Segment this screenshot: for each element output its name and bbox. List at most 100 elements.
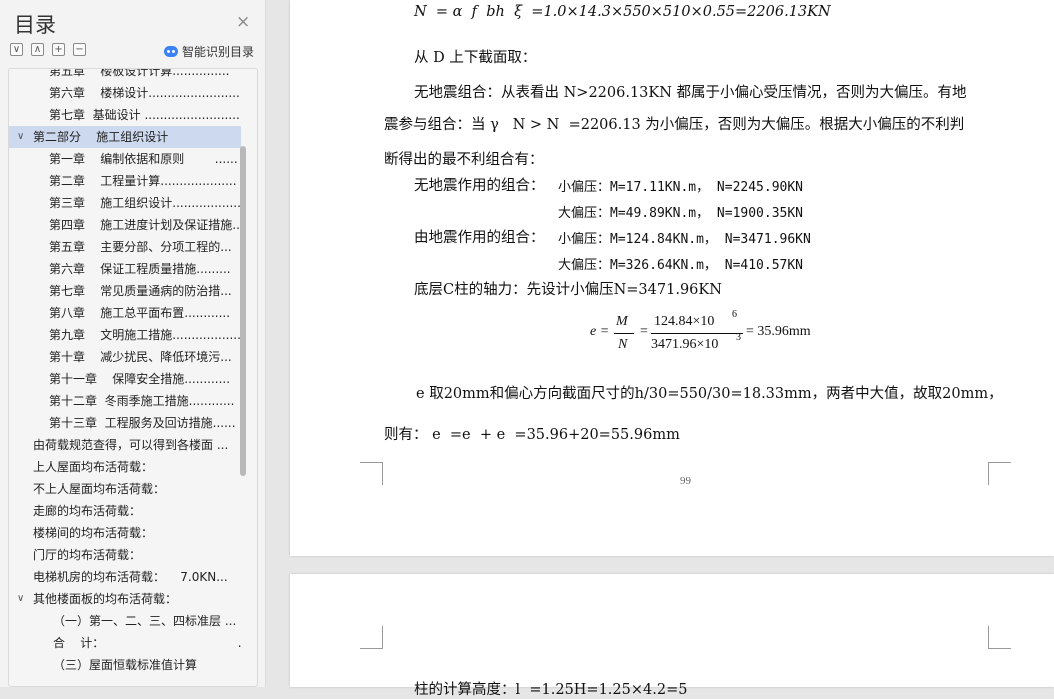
toc-item[interactable]: 上人屋面均布活荷载： — [9, 456, 241, 478]
toc-item[interactable]: 由荷载规范查得，可以得到各楼面 ... — [9, 434, 241, 456]
toc-item-label: 第六章 保证工程质量措施......... — [49, 262, 231, 276]
combo1-small: 小偏压：M=17.11KN.m， N=2245.90KN — [558, 180, 804, 195]
toc-item[interactable]: ∨ 其他楼面板的均布活荷载： — [9, 588, 241, 610]
toc-item[interactable]: 门厅的均布活荷载： — [9, 544, 241, 566]
formula-nb: N = α f bh ξ =1.0×14.3×550×510×0.55=2206… — [414, 4, 831, 20]
toc-item-label: 第十二章 冬雨季施工措施............ — [49, 394, 235, 408]
ea-line: e 取20mm和偏心方向截面尺寸的h/30=550/30=18.33mm，两者中… — [416, 386, 1003, 402]
toc-title: 目录 — [14, 13, 56, 37]
eq-m: M — [616, 314, 628, 329]
toc-item-label: 第七章 基础设计 ......................... — [49, 108, 240, 122]
toc-item[interactable]: 第五章 楼板设计计算............... — [9, 68, 241, 82]
toc-item[interactable]: 楼梯间的均布活荷载： — [9, 522, 241, 544]
eq-n: N — [618, 337, 628, 352]
toc-item-label: 不上人屋面均布活荷载： — [33, 482, 166, 496]
toc-item[interactable]: 第三章 施工组织设计.................. — [9, 192, 241, 214]
para1-line2: 震参与组合：当 γ N > N =2206.13 为小偏压，否则为大偏压。根据大… — [384, 117, 965, 133]
toc-item-label: 第七章 常见质量通病的防治措... — [49, 284, 232, 298]
page-number: 99 — [680, 475, 691, 487]
toc-item-label: 第五章 主要分部、分项工程的... — [49, 240, 232, 254]
toc-item-label: 第三章 施工组织设计.................. — [49, 196, 241, 210]
toc-item-label: （一）第一、二、三、四标准层 ... — [53, 614, 237, 628]
toc-item-label: 第十章 减少扰民、降低环境污... — [49, 350, 232, 364]
smart-toc-button[interactable]: 智能识别目录 — [164, 43, 254, 60]
toc-item-label: 第九章 文明施工措施.................. — [49, 328, 241, 342]
toc-item-label: 上人屋面均布活荷载： — [33, 460, 154, 474]
expand-up-icon[interactable]: ∧ — [31, 43, 44, 56]
toc-item[interactable]: 第七章 常见质量通病的防治措... — [9, 280, 241, 302]
toc-list: 第五章 楼板设计计算............... 第六章 楼梯设计.......… — [8, 68, 258, 687]
toc-item-label: 第一章 编制依据和原则 ...... — [49, 152, 238, 166]
fraction-bar — [651, 333, 743, 334]
crop-mark — [360, 626, 383, 649]
toc-item[interactable]: 第七章 基础设计 ......................... — [9, 104, 241, 126]
toc-item-label: 第二章 工程量计算.................... — [49, 174, 237, 188]
combo1-large: 大偏压：M=49.89KN.m， N=1900.35KN — [558, 206, 804, 221]
toc-item[interactable]: 合 计： ... — [9, 632, 241, 654]
toc-scrollbar[interactable] — [240, 146, 246, 476]
crop-mark — [360, 462, 383, 485]
crop-mark — [988, 626, 1011, 649]
fraction-bar — [614, 333, 634, 334]
document-page-100: 柱的计算高度：l =1.25H=1.25×4.2=5 — [290, 574, 1054, 698]
toc-item[interactable]: 第五章 主要分部、分项工程的... — [9, 236, 241, 258]
chevron-down-icon[interactable]: ∨ — [17, 588, 24, 610]
toc-item-label: 第十三章 工程服务及回访措施...... — [49, 416, 236, 430]
toc-item[interactable]: （一）第一、二、三、四标准层 ... — [9, 610, 241, 632]
section-line: 从 D 上下截面取： — [414, 50, 537, 66]
toc-toolbar: ∨ ∧ + − — [10, 43, 86, 59]
toc-item-label: 第五章 楼板设计计算............... — [49, 68, 230, 78]
toc-item-label: 由荷载规范查得，可以得到各楼面 ... — [33, 438, 229, 452]
toc-item[interactable]: （三）屋面恒载标准值计算 — [9, 654, 241, 676]
toc-item[interactable]: 第十章 减少扰民、降低环境污... — [9, 346, 241, 368]
remove-heading-icon[interactable]: − — [73, 43, 86, 56]
toc-item-label: 第八章 施工总平面布置............ — [49, 306, 231, 320]
combo2-small: 小偏压：M=124.84KN.m， N=3471.96KN — [558, 232, 811, 247]
combo1-label: 无地震作用的组合： — [414, 178, 545, 194]
eq-den: 3471.96×10 — [651, 337, 719, 352]
toc-item[interactable]: 走廊的均布活荷载： — [9, 500, 241, 522]
smart-toc-label: 智能识别目录 — [182, 45, 255, 59]
toc-item-label: 第六章 楼梯设计........................ — [49, 86, 240, 100]
toc-item-label: 走廊的均布活荷载： — [33, 504, 142, 518]
eq-num-exp: 6 — [732, 309, 737, 320]
ai-assistant-icon — [164, 46, 178, 57]
eq-result: = 35.96mm — [746, 324, 811, 339]
toc-item[interactable]: ∨ 第二部分 施工组织设计 — [9, 126, 241, 148]
eq-num: 124.84×10 — [654, 314, 715, 329]
toc-item[interactable]: 第六章 保证工程质量措施......... — [9, 258, 241, 280]
toc-item[interactable]: 不上人屋面均布活荷载： — [9, 478, 241, 500]
toc-item[interactable]: 第一章 编制依据和原则 ...... — [9, 148, 241, 170]
para1-line3: 断得出的最不利组合有： — [384, 152, 544, 168]
toc-item-label: 第十一章 保障安全措施............ — [49, 372, 231, 386]
close-icon[interactable]: × — [236, 12, 250, 32]
chevron-down-icon[interactable]: ∨ — [17, 126, 24, 148]
collapse-all-icon[interactable]: ∨ — [10, 43, 23, 56]
toc-item-label: （三）屋面恒载标准值计算 — [53, 658, 198, 672]
axial-line: 底层C柱的轴力：先设计小偏压N=3471.96KN — [414, 282, 722, 298]
toc-item-label: 第二部分 施工组织设计 — [33, 130, 169, 144]
ei-line: 则有： e =e + e =35.96+20=55.96mm — [384, 427, 680, 443]
toc-item[interactable]: 第十三章 工程服务及回访措施...... — [9, 412, 241, 434]
toc-item[interactable]: 第四章 施工进度计划及保证措施... — [9, 214, 241, 236]
toc-item-label: 门厅的均布活荷载： — [33, 548, 142, 562]
toc-item-label: 其他楼面板的均布活荷载： — [33, 592, 178, 606]
para1-line1: 无地震组合：从表看出 N>2206.13KN 都属于小偏心受压情况，否则为大偏压… — [414, 85, 967, 101]
document-page-99: N = α f bh ξ =1.0×14.3×550×510×0.55=2206… — [290, 0, 1054, 556]
toc-item[interactable]: 第八章 施工总平面布置............ — [9, 302, 241, 324]
add-heading-icon[interactable]: + — [52, 43, 65, 56]
toc-item[interactable]: 第六章 楼梯设计........................ — [9, 82, 241, 104]
crop-mark — [988, 462, 1011, 485]
combo2-label: 由地震作用的组合： — [414, 230, 545, 246]
combo2-large: 大偏压：M=326.64KN.m， N=410.57KN — [558, 258, 804, 273]
eq-den-exp: 3 — [736, 332, 741, 343]
toc-item[interactable]: 第十二章 冬雨季施工措施............ — [9, 390, 241, 412]
toc-item[interactable]: 电梯机房的均布活荷载： 7.0KN... — [9, 566, 241, 588]
toc-item[interactable]: 第九章 文明施工措施.................. — [9, 324, 241, 346]
toc-item[interactable]: 第二章 工程量计算.................... — [9, 170, 241, 192]
toc-item-label: 电梯机房的均布活荷载： 7.0KN... — [33, 570, 228, 584]
toc-item-label: 合 计： ... — [53, 636, 241, 650]
toc-item-label: 第四章 施工进度计划及保证措施... — [49, 218, 241, 232]
eq-lhs: e = — [590, 324, 610, 339]
toc-item[interactable]: 第十一章 保障安全措施............ — [9, 368, 241, 390]
